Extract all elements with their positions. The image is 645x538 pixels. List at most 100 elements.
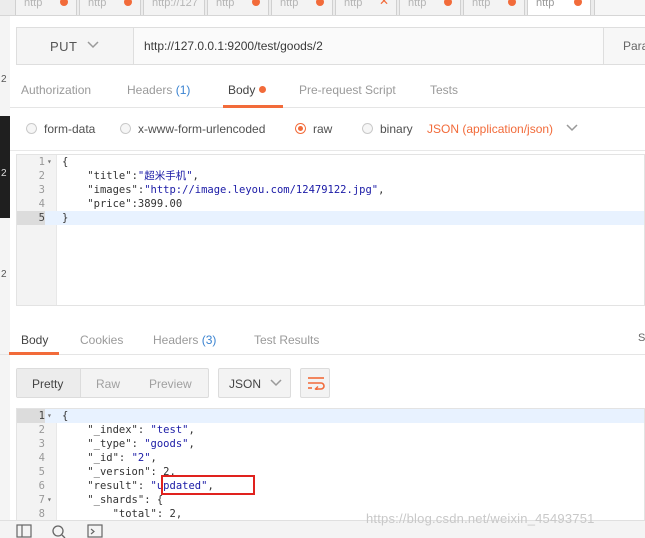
code-token: "total" xyxy=(112,508,157,520)
active-tab-indicator xyxy=(223,105,283,108)
radio-binary[interactable]: binary xyxy=(362,122,413,136)
request-tab[interactable]: http xyxy=(15,0,77,15)
code-line: 2 "title":"超米手机", xyxy=(17,169,644,183)
response-format-select[interactable]: JSON xyxy=(218,368,291,398)
highlight-annotation-box xyxy=(161,475,255,495)
request-tab-label: http xyxy=(344,0,363,9)
code-token: , xyxy=(175,508,183,520)
request-tab-label: http xyxy=(472,0,491,9)
url-input[interactable]: http://127.0.0.1:9200/test/goods/2 xyxy=(144,39,323,53)
request-tab[interactable]: http://127 xyxy=(143,0,205,15)
method-select[interactable]: PUT xyxy=(17,28,134,64)
code-text: "total": 2, xyxy=(62,507,183,520)
tab-headers-label: Headers xyxy=(127,83,173,97)
radio-circle-icon xyxy=(26,123,37,134)
code-line: 1 ▾ { xyxy=(17,409,644,423)
request-tab[interactable]: http xyxy=(79,0,141,15)
code-token: "test" xyxy=(150,424,189,436)
console-icon[interactable] xyxy=(87,524,103,538)
radio-raw[interactable]: raw xyxy=(295,122,332,136)
response-body-viewer[interactable]: 1 ▾{2 "_index": "test", 3 "_type": "goods"… xyxy=(16,408,645,520)
unsaved-dot-icon xyxy=(508,0,516,6)
close-icon[interactable]: ✕ xyxy=(379,0,389,7)
params-button-label: Para xyxy=(623,39,645,53)
code-line: 3 "_type": "goods", xyxy=(17,437,644,451)
code-token: "result" xyxy=(87,480,138,492)
code-token: : { xyxy=(144,494,164,506)
chevron-down-icon[interactable] xyxy=(566,123,578,133)
radio-label: x-www-form-urlencoded xyxy=(138,122,266,136)
content-type-select[interactable]: JSON (application/json) xyxy=(427,122,553,136)
line-number: 4 xyxy=(38,452,45,464)
code-line: 3 "images":"http://image.leyou.com/12479… xyxy=(17,183,644,197)
method-label: PUT xyxy=(50,39,78,54)
radio-circle-icon xyxy=(362,123,373,134)
code-line: 6 "result": "updated", xyxy=(17,479,644,493)
background-number: 2 xyxy=(1,74,7,85)
request-tab[interactable]: http xyxy=(271,0,333,15)
code-text: { xyxy=(62,155,68,169)
response-view-mode: Pretty Raw Preview xyxy=(16,368,209,398)
radio-urlencoded[interactable]: x-www-form-urlencoded xyxy=(120,122,265,136)
code-text: "_id": "2", xyxy=(62,451,157,465)
request-body-editor[interactable]: 1 ▾{2 "title":"超米手机", 3 "images":"http://i… xyxy=(16,154,645,306)
tab-tests[interactable]: Tests xyxy=(430,83,458,97)
tab-headers-count: (1) xyxy=(175,83,191,97)
fold-toggle-icon[interactable]: ▾ xyxy=(47,409,52,423)
watermark-text: https://blog.csdn.net/weixin_45493751 xyxy=(366,511,595,526)
tab-headers[interactable]: Headers (1) xyxy=(127,83,190,97)
request-tab[interactable]: http xyxy=(399,0,461,15)
code-token: { xyxy=(62,156,69,168)
wrap-lines-icon xyxy=(308,377,325,390)
code-token: : xyxy=(156,508,170,520)
request-tab[interactable]: http xyxy=(463,0,525,15)
line-number: 2 xyxy=(38,424,45,436)
tab-test-results[interactable]: Test Results xyxy=(254,333,319,347)
radio-label: raw xyxy=(313,122,333,136)
code-token: "price" xyxy=(87,198,132,210)
request-tab-label: http://127 xyxy=(152,0,198,9)
code-token: , xyxy=(378,184,385,196)
background-number: 2 xyxy=(1,269,7,280)
code-token: , xyxy=(150,452,157,464)
new-tab-area[interactable] xyxy=(594,0,645,15)
radio-label: form-data xyxy=(44,122,96,136)
view-preview-button[interactable]: Preview xyxy=(149,377,192,391)
code-token: "_id" xyxy=(87,452,119,464)
line-number: 3 xyxy=(38,438,45,450)
body-type-selector: form-data x-www-form-urlencoded raw bina… xyxy=(10,109,645,151)
code-text: } xyxy=(62,211,68,225)
code-line: 5 "_version": 2, xyxy=(17,465,644,479)
tab-cookies[interactable]: Cookies xyxy=(80,333,123,347)
view-pretty-button[interactable]: Pretty xyxy=(32,377,63,391)
wrap-lines-button[interactable] xyxy=(300,368,330,398)
tab-prerequest-script[interactable]: Pre-request Script xyxy=(299,83,396,97)
unsaved-dot-icon xyxy=(124,0,132,6)
fold-toggle-icon[interactable]: ▾ xyxy=(47,493,52,507)
code-text: "_shards": { xyxy=(62,493,163,507)
tab-body[interactable]: Body xyxy=(228,83,267,97)
code-line: 7 ▾ "_shards": { xyxy=(17,493,644,507)
sidebar-toggle-icon[interactable] xyxy=(16,524,32,538)
search-icon[interactable] xyxy=(51,524,67,538)
radio-form-data[interactable]: form-data xyxy=(26,122,95,136)
tab-response-headers[interactable]: Headers (3) xyxy=(153,333,216,347)
tab-response-body[interactable]: Body xyxy=(21,333,48,347)
view-raw-button[interactable]: Raw xyxy=(96,377,120,391)
code-token: "_index" xyxy=(87,424,138,436)
request-tab[interactable]: http xyxy=(207,0,269,15)
url-bar: PUT http://127.0.0.1:9200/test/goods/2 P… xyxy=(16,27,645,65)
code-token: "goods" xyxy=(144,438,189,450)
request-tab[interactable]: http ✕ xyxy=(335,0,397,15)
tab-authorization[interactable]: Authorization xyxy=(21,83,91,97)
code-text: "_type": "goods", xyxy=(62,437,195,451)
fold-toggle-icon[interactable]: ▾ xyxy=(47,155,52,169)
line-number: 6 xyxy=(38,480,45,492)
request-tab[interactable]: http xyxy=(527,0,591,15)
params-button[interactable]: Para xyxy=(603,28,645,64)
